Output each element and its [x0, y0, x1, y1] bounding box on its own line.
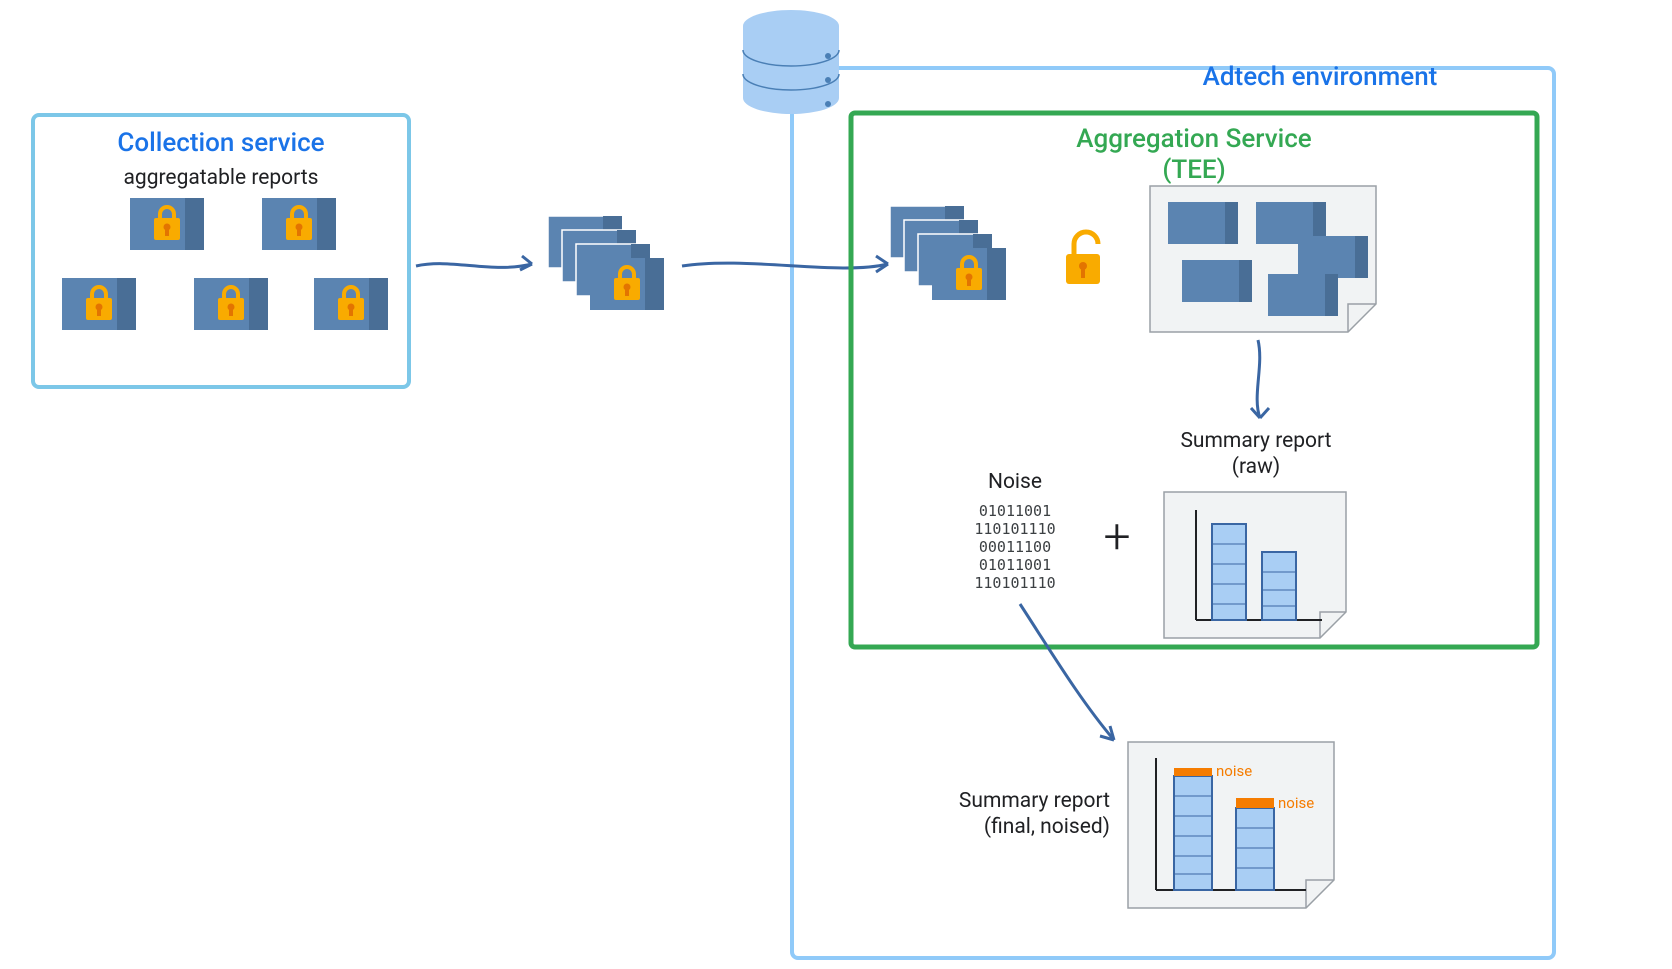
arrow-1: [412, 244, 542, 284]
arrow-3: [1240, 336, 1280, 426]
summary-final-label: Summary report (final, noised): [900, 788, 1110, 841]
plus-icon: +: [1092, 508, 1142, 565]
summary-raw-l1: Summary report: [1180, 429, 1331, 453]
noise-tag-2: noise: [1278, 794, 1314, 812]
collection-title: Collection service: [30, 128, 412, 158]
open-lock-icon: [1060, 226, 1114, 292]
noise-tag-1: noise: [1216, 762, 1252, 780]
arrow-4: [1010, 600, 1130, 750]
collection-reports: [52, 198, 402, 368]
agg-reports-label: aggregatable reports: [30, 166, 412, 190]
noise-binary: 0101100111010111000011100010110011101011…: [950, 502, 1080, 592]
tee-title-l2: (TEE): [1162, 155, 1225, 185]
tee-title-l1: Aggregation Service: [1076, 124, 1311, 154]
decoded-doc: [1148, 184, 1378, 334]
middle-stack: [548, 216, 678, 326]
summary-raw-label: Summary report (raw): [1140, 428, 1372, 481]
database-icon: [738, 4, 844, 122]
tee-stack: [890, 206, 1030, 316]
summary-raw-l2: (raw): [1232, 455, 1280, 479]
summary-raw-doc: [1162, 490, 1348, 640]
adtech-title: Adtech environment: [1100, 62, 1540, 92]
summary-final-l1: Summary report: [959, 789, 1110, 813]
tee-title: Aggregation Service (TEE): [848, 124, 1540, 186]
noise-title: Noise: [950, 470, 1080, 494]
summary-final-l2: (final, noised): [984, 815, 1110, 839]
